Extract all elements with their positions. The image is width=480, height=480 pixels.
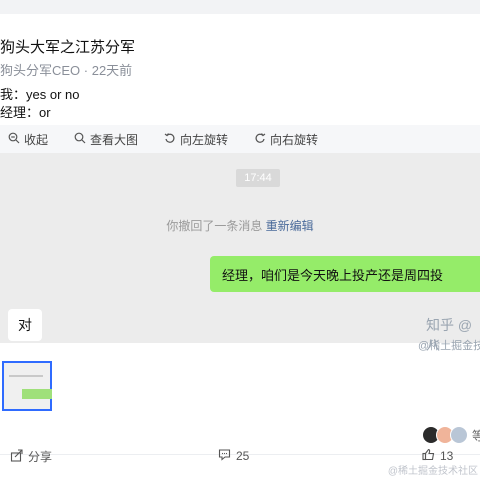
post-text-line-2: 经理：or <box>0 105 51 120</box>
rotate-right-icon <box>254 132 266 147</box>
thumbnail-green-bubble <box>22 389 52 399</box>
search-icon <box>74 132 86 147</box>
recall-text: 你撤回了一条消息 <box>166 219 263 233</box>
post-text-line-1: 我：yes or no <box>0 87 80 102</box>
post-card: 狗头大军之江苏分军 狗头分军CEO · 22天前 我：yes or no 经理：… <box>0 14 480 480</box>
chat-time-badge: 17:44 <box>236 169 280 187</box>
rotate-left-label: 向左旋转 <box>180 132 229 147</box>
post-meta: 狗头分军CEO · 22天前 <box>0 63 133 78</box>
corner-watermark: @稀土掘金技术社区 <box>387 466 478 477</box>
comment-icon <box>218 448 231 464</box>
comment-button[interactable]: 25 <box>218 448 249 464</box>
juejin-watermark: @稀土掘金技 <box>418 340 480 352</box>
image-toolbar: 收起 查看大图 向左旋转 向右旋转 <box>0 125 480 153</box>
view-large-button[interactable]: 查看大图 <box>74 131 138 148</box>
reaction-avatars[interactable]: 等 <box>422 426 480 444</box>
rotate-left-icon <box>164 132 176 147</box>
share-label: 分享 <box>28 450 53 464</box>
zoom-out-icon <box>8 132 20 147</box>
post-title[interactable]: 狗头大军之江苏分军 <box>0 36 135 57</box>
avatars-more-label: 等 <box>472 428 480 443</box>
collapse-button[interactable]: 收起 <box>8 131 48 148</box>
collapse-label: 收起 <box>24 132 49 147</box>
thumbnail-text-line <box>9 375 43 377</box>
comment-count: 25 <box>236 449 250 463</box>
chat-screenshot-image[interactable]: 17:44 你撤回了一条消息 重新编辑 经理，咱们是今天晚上投产还是周四投 对 … <box>0 153 480 353</box>
re-edit-link: 重新编辑 <box>265 219 314 233</box>
avatar <box>450 426 468 444</box>
like-count: 13 <box>440 449 454 463</box>
view-large-label: 查看大图 <box>90 132 139 147</box>
recall-notice: 你撤回了一条消息 重新编辑 <box>0 217 480 234</box>
rotate-right-label: 向右旋转 <box>270 132 319 147</box>
rotate-left-button[interactable]: 向左旋转 <box>164 131 228 148</box>
share-button[interactable]: 分享 <box>10 448 52 465</box>
image-thumbnail[interactable] <box>2 361 52 411</box>
rotate-right-button[interactable]: 向右旋转 <box>254 131 318 148</box>
received-message-bubble: 对 <box>8 309 42 341</box>
share-icon <box>10 448 23 465</box>
sent-message-bubble: 经理，咱们是今天晚上投产还是周四投 <box>210 256 480 292</box>
